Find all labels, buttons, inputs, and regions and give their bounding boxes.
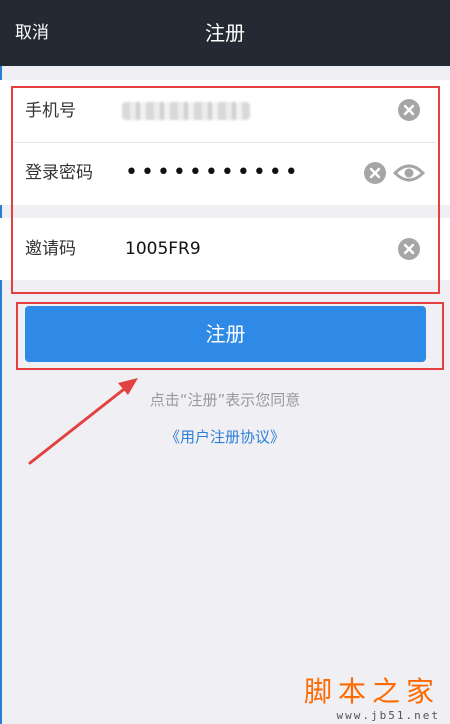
watermark-title: 脚本之家: [303, 675, 440, 708]
watermark-url: www.jb51.net: [336, 709, 440, 722]
site-watermark: 脚本之家 www.jb51.net: [304, 675, 440, 722]
annotation-arrow: [28, 378, 138, 465]
